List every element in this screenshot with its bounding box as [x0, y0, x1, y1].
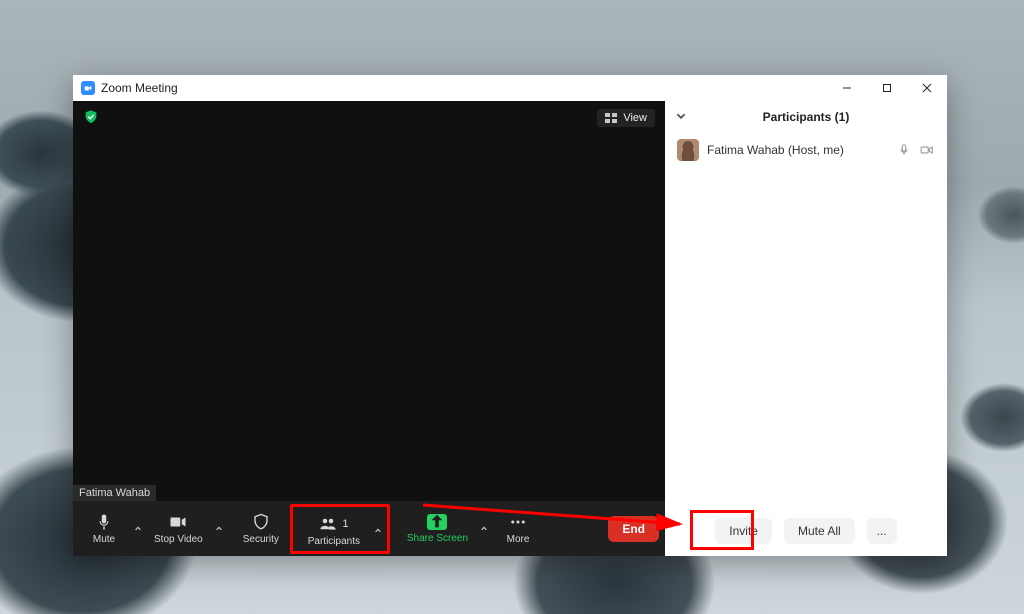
microphone-icon	[95, 513, 113, 531]
participant-list: Fatima Wahab (Host, me)	[665, 133, 947, 506]
more-button[interactable]: More	[493, 509, 543, 549]
window-title: Zoom Meeting	[101, 81, 178, 95]
video-canvas: View Fatima Wahab	[73, 101, 665, 501]
participants-title: Participants (1)	[763, 110, 850, 124]
participants-panel-header: Participants (1)	[665, 101, 947, 133]
shield-icon	[252, 513, 270, 531]
meeting-toolbar: Mute Stop Video Security	[73, 501, 665, 556]
chevron-down-icon	[675, 110, 687, 122]
invite-button[interactable]: Invite	[715, 518, 772, 544]
participants-highlight: 1 Participants	[290, 504, 390, 554]
participant-row[interactable]: Fatima Wahab (Host, me)	[675, 135, 937, 165]
participant-name: Fatima Wahab (Host, me)	[707, 143, 844, 157]
participants-panel-footer: Invite Mute All ...	[665, 506, 947, 556]
avatar	[677, 139, 699, 161]
video-icon	[919, 143, 935, 157]
view-label: View	[623, 112, 647, 124]
grid-icon	[605, 113, 617, 123]
maximize-button[interactable]	[867, 75, 907, 101]
people-icon	[319, 515, 337, 533]
end-button[interactable]: End	[608, 516, 659, 542]
share-options-caret[interactable]	[479, 525, 489, 533]
mute-all-button[interactable]: Mute All	[784, 518, 855, 544]
video-area: View Fatima Wahab Mute Stop Video	[73, 101, 665, 556]
security-button[interactable]: Security	[236, 509, 286, 549]
share-icon	[427, 514, 447, 530]
participants-button[interactable]: 1 Participants	[297, 511, 371, 551]
participants-options-caret[interactable]	[373, 527, 383, 535]
self-video-label: Fatima Wahab	[73, 485, 156, 501]
mute-options-caret[interactable]	[133, 525, 143, 533]
titlebar[interactable]: Zoom Meeting	[73, 75, 947, 101]
zoom-window: Zoom Meeting	[73, 75, 947, 556]
stop-video-button[interactable]: Stop Video	[147, 509, 210, 549]
microphone-icon	[897, 143, 911, 157]
participants-panel: Participants (1) Fatima Wahab (Host, me)…	[665, 101, 947, 556]
close-button[interactable]	[907, 75, 947, 101]
participants-count: 1	[342, 518, 348, 530]
minimize-button[interactable]	[827, 75, 867, 101]
view-button[interactable]: View	[597, 109, 655, 127]
share-screen-button[interactable]: Share Screen	[400, 510, 475, 548]
collapse-panel-button[interactable]	[675, 110, 687, 125]
zoom-logo-icon	[81, 81, 95, 95]
mute-button[interactable]: Mute	[79, 509, 129, 549]
video-options-caret[interactable]	[214, 525, 224, 533]
more-dots-icon	[509, 513, 527, 531]
encryption-shield-icon[interactable]	[83, 109, 99, 125]
panel-more-button[interactable]: ...	[867, 518, 897, 544]
video-icon	[169, 513, 187, 531]
